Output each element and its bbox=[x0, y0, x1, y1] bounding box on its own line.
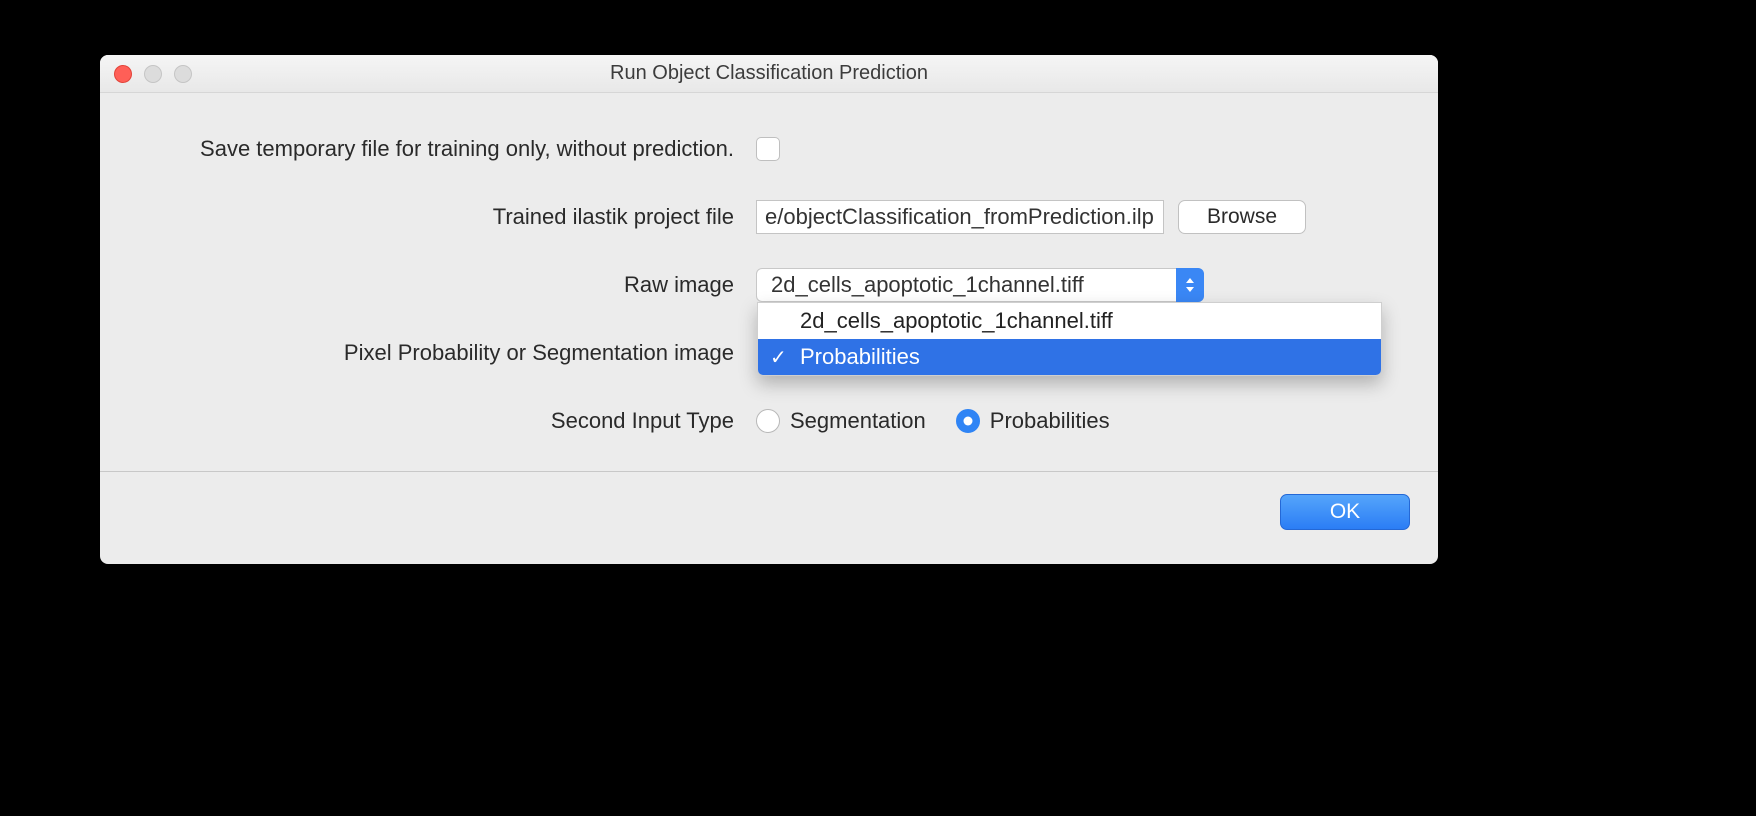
project-file-input[interactable]: e/objectClassification_fromPrediction.il… bbox=[756, 200, 1164, 234]
radio-icon bbox=[956, 409, 980, 433]
save-temp-checkbox[interactable] bbox=[756, 137, 780, 161]
save-temp-label: Save temporary file for training only, w… bbox=[128, 136, 756, 162]
dialog-window: Run Object Classification Prediction Sav… bbox=[100, 55, 1438, 564]
raw-image-combo[interactable]: 2d_cells_apoptotic_1channel.tiff 2d_cell… bbox=[756, 268, 1204, 302]
minimize-icon[interactable] bbox=[144, 65, 162, 83]
dropdown-item-label: Probabilities bbox=[800, 344, 920, 370]
project-file-value: e/objectClassification_fromPrediction.il… bbox=[765, 204, 1154, 230]
dialog-content: Save temporary file for training only, w… bbox=[100, 93, 1438, 564]
titlebar: Run Object Classification Prediction bbox=[100, 55, 1438, 93]
radio-option-segmentation[interactable]: Segmentation bbox=[756, 408, 926, 434]
project-file-label: Trained ilastik project file bbox=[128, 204, 756, 230]
dropdown-item-label: 2d_cells_apoptotic_1channel.tiff bbox=[800, 308, 1113, 334]
radio-option-probabilities[interactable]: Probabilities bbox=[956, 408, 1110, 434]
browse-button[interactable]: Browse bbox=[1178, 200, 1306, 234]
close-icon[interactable] bbox=[114, 65, 132, 83]
row-raw-image: Raw image 2d_cells_apoptotic_1channel.ti… bbox=[128, 267, 1410, 303]
second-input-label: Second Input Type bbox=[128, 408, 756, 434]
raw-image-value: 2d_cells_apoptotic_1channel.tiff bbox=[771, 272, 1084, 298]
radio-icon bbox=[756, 409, 780, 433]
chevron-updown-icon bbox=[1176, 268, 1204, 302]
maximize-icon[interactable] bbox=[174, 65, 192, 83]
window-title: Run Object Classification Prediction bbox=[100, 62, 1438, 85]
separator bbox=[100, 471, 1438, 472]
radio-label: Probabilities bbox=[990, 408, 1110, 434]
dropdown-item-selected[interactable]: ✓ Probabilities bbox=[758, 339, 1381, 375]
dialog-footer: OK bbox=[128, 490, 1410, 554]
window-controls bbox=[100, 65, 192, 83]
raw-image-label: Raw image bbox=[128, 272, 756, 298]
row-second-input: Second Input Type Segmentation Probabili… bbox=[128, 403, 1410, 439]
row-project-file: Trained ilastik project file e/objectCla… bbox=[128, 199, 1410, 235]
ok-button[interactable]: OK bbox=[1280, 494, 1410, 530]
row-save-temp: Save temporary file for training only, w… bbox=[128, 131, 1410, 167]
radio-label: Segmentation bbox=[790, 408, 926, 434]
check-icon: ✓ bbox=[770, 345, 787, 370]
dropdown-item[interactable]: 2d_cells_apoptotic_1channel.tiff bbox=[758, 303, 1381, 339]
pixel-prob-label: Pixel Probability or Segmentation image bbox=[128, 340, 756, 366]
second-input-radio-group: Segmentation Probabilities bbox=[756, 408, 1110, 434]
raw-image-dropdown: 2d_cells_apoptotic_1channel.tiff ✓ Proba… bbox=[757, 302, 1382, 376]
